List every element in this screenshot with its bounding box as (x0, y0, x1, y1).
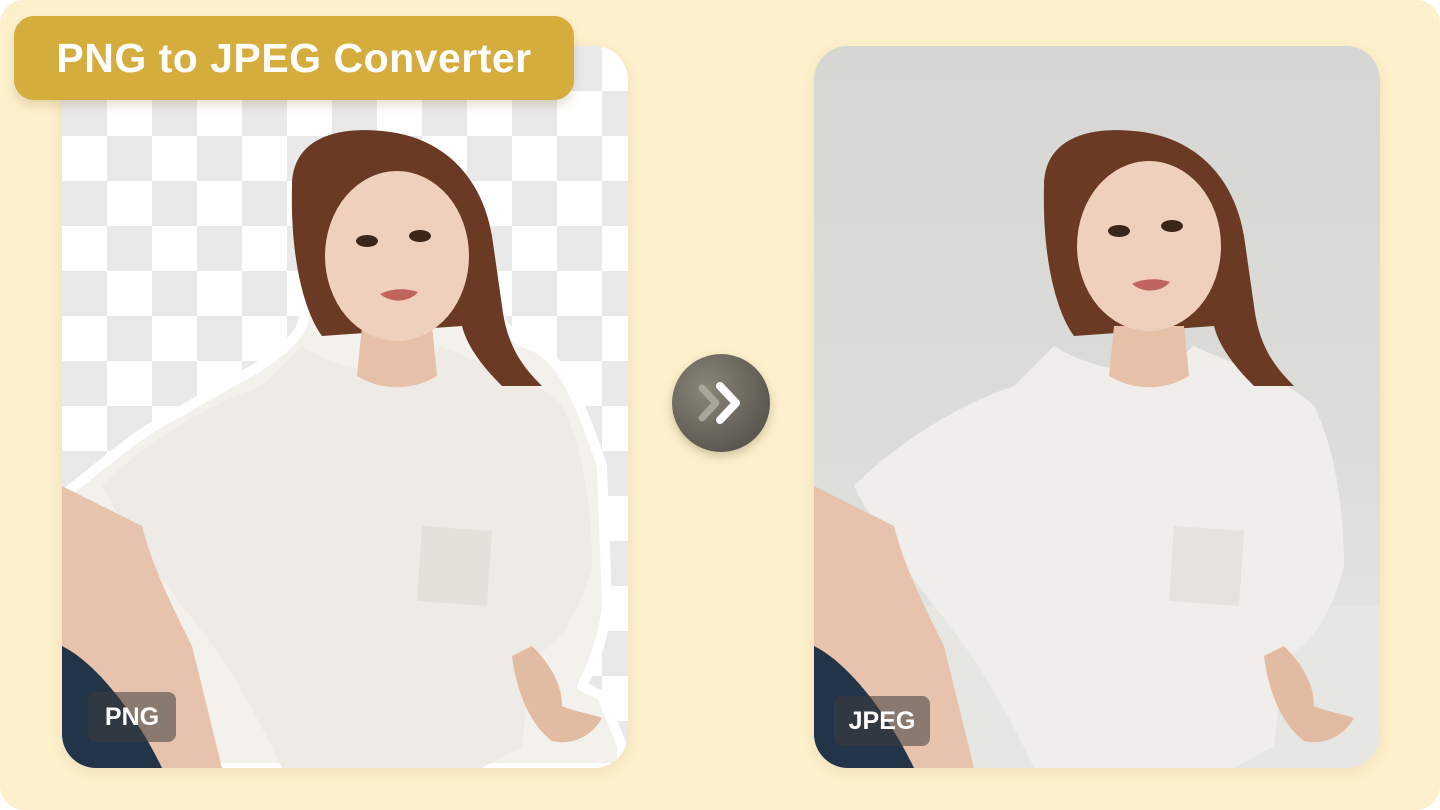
convert-button[interactable] (672, 354, 770, 452)
png-preview-card (62, 46, 628, 768)
jpeg-preview-card (814, 46, 1380, 768)
jpeg-format-label: JPEG (848, 706, 916, 735)
jpeg-subject-photo (814, 130, 1380, 768)
page-title: PNG to JPEG Converter (56, 34, 532, 81)
png-format-badge: PNG (88, 692, 176, 742)
jpeg-format-badge: JPEG (834, 696, 930, 746)
png-subject-photo (62, 130, 627, 768)
converter-illustration: PNG to JPEG Converter PNG JPEG (0, 0, 1440, 810)
double-chevron-right-icon (698, 382, 740, 424)
title-banner: PNG to JPEG Converter (14, 16, 574, 100)
png-format-label: PNG (104, 702, 160, 731)
